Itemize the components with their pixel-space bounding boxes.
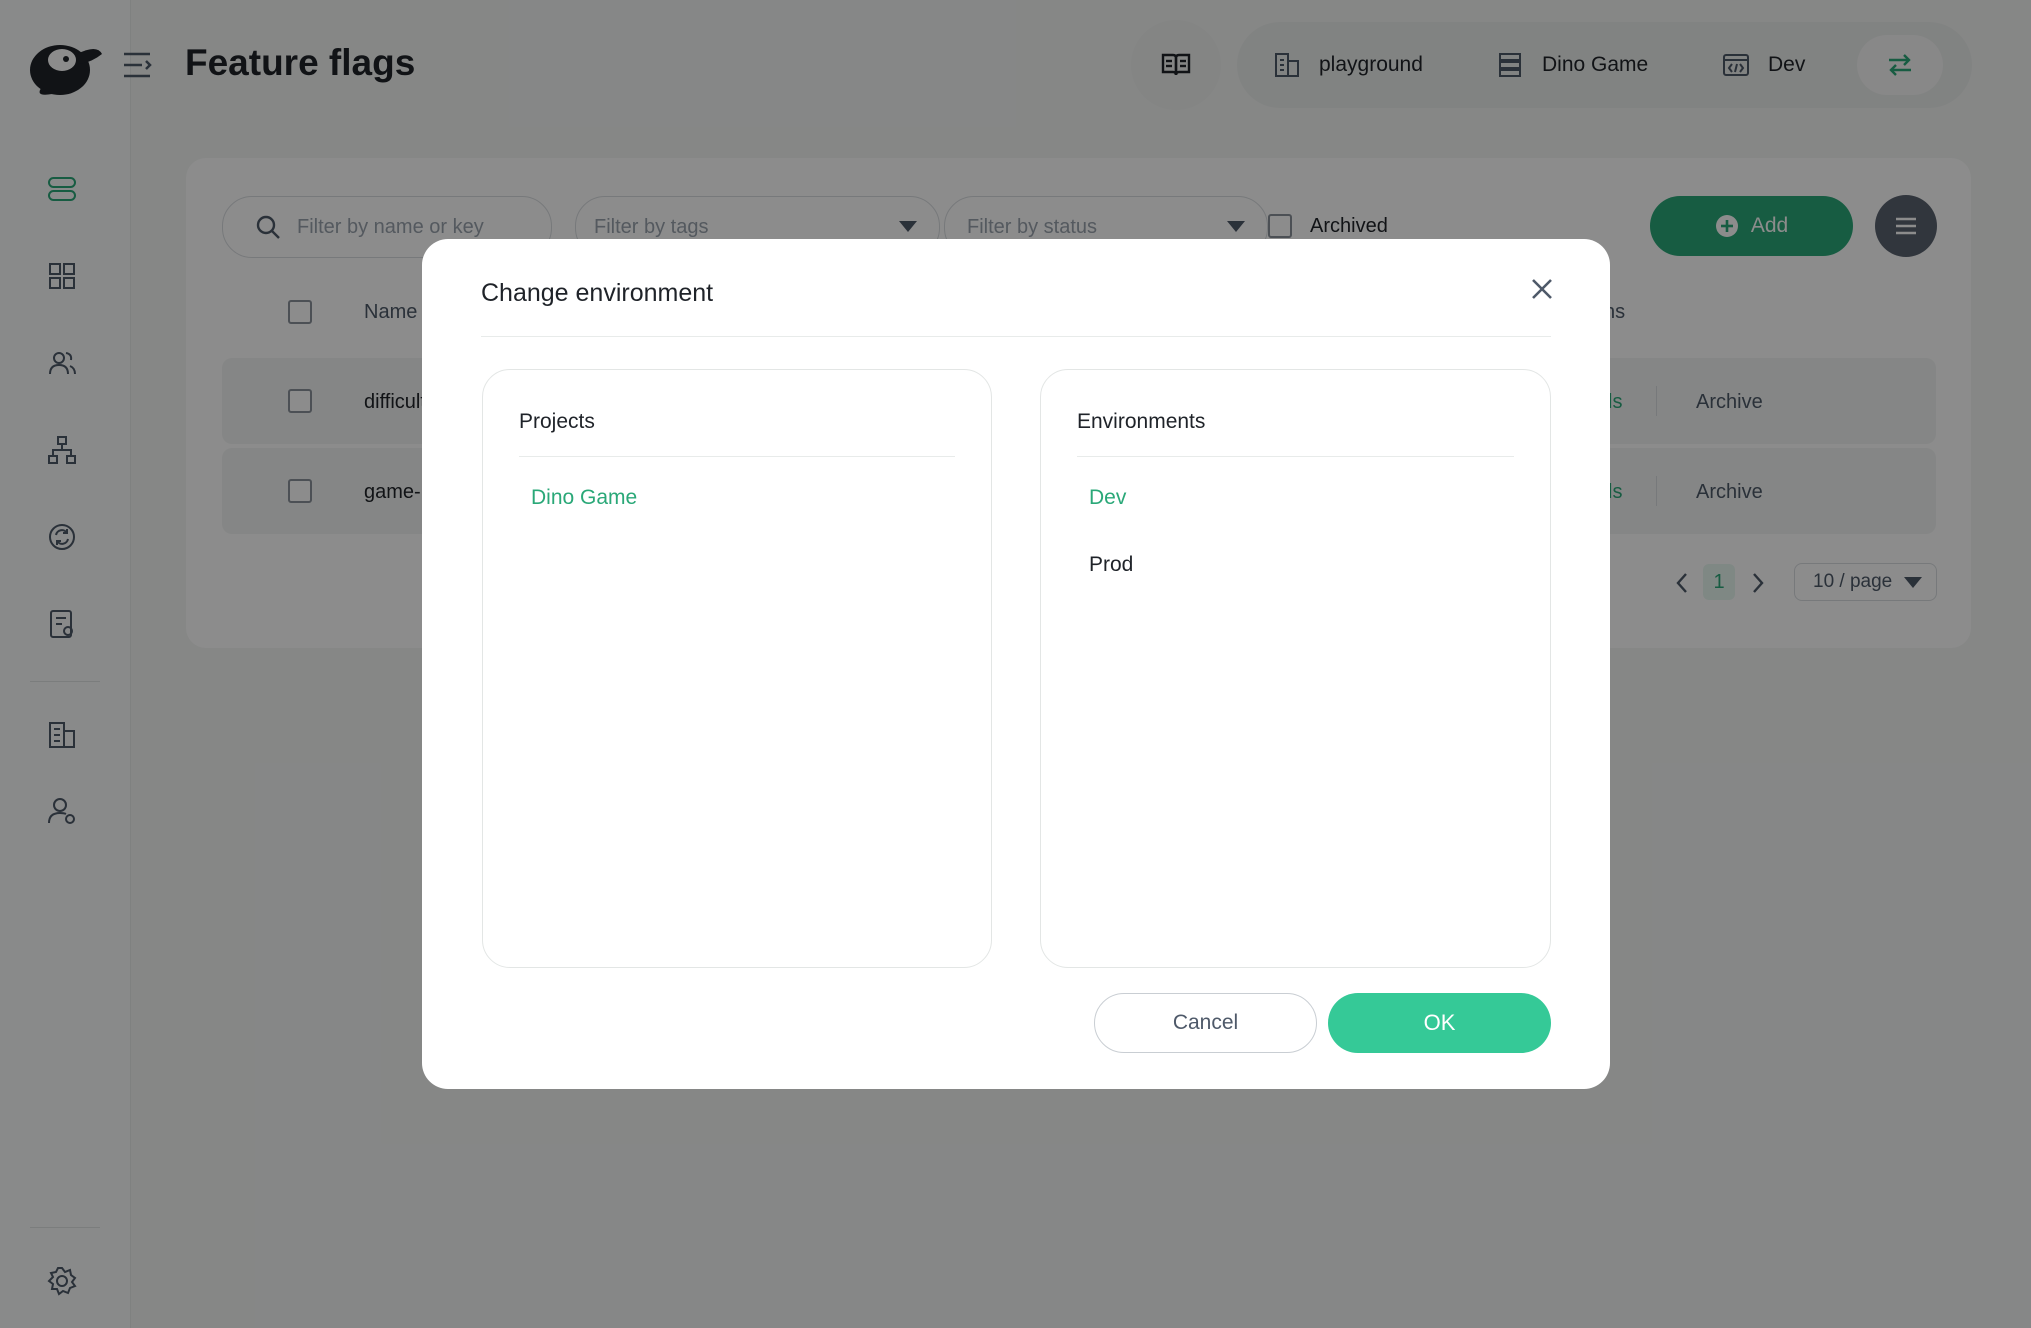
cancel-button[interactable]: Cancel (1094, 993, 1317, 1053)
close-icon[interactable] (1522, 269, 1562, 309)
project-item-dino-game[interactable]: Dino Game (531, 486, 637, 510)
environment-item-dev[interactable]: Dev (1089, 486, 1126, 510)
environment-item-prod[interactable]: Prod (1089, 553, 1133, 577)
modal-divider (481, 336, 1551, 337)
modal-title: Change environment (481, 279, 714, 307)
environments-header: Environments (1077, 410, 1206, 433)
environments-list: Environments Dev Prod (1040, 369, 1551, 968)
environments-divider (1077, 456, 1514, 457)
projects-divider (519, 456, 955, 457)
projects-list: Projects Dino Game (482, 369, 992, 968)
projects-header: Projects (519, 410, 595, 433)
ok-button[interactable]: OK (1328, 993, 1551, 1053)
change-environment-modal: Change environment Projects Dino Game En… (422, 239, 1610, 1089)
